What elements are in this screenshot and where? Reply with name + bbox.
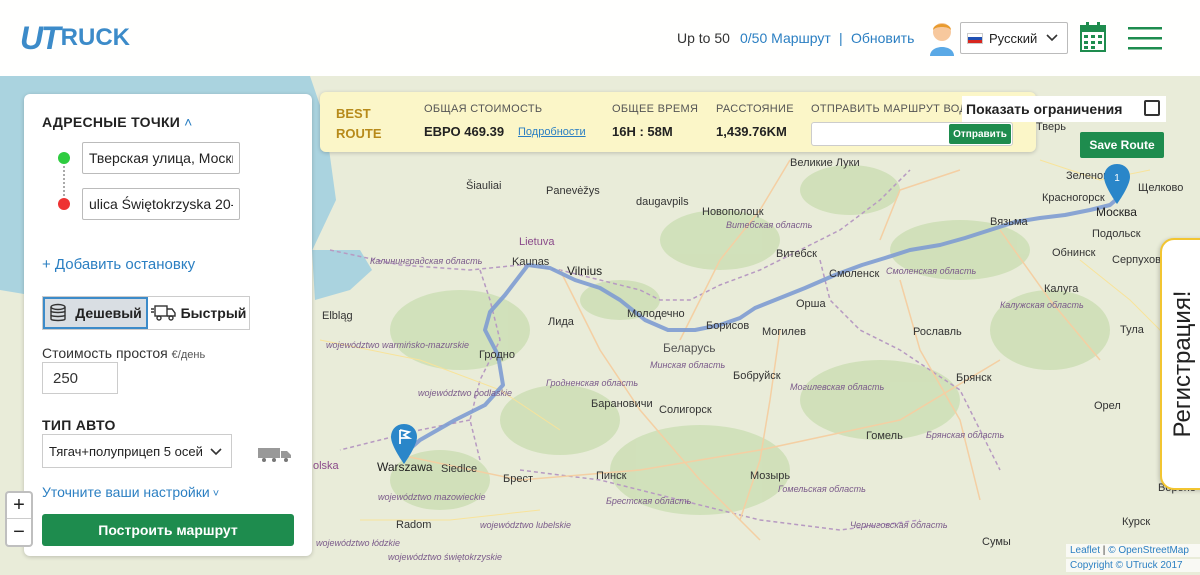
route-panel: АДРЕСНЫЕ ТОЧКИ˄ + Добавить остановку Деш… bbox=[24, 94, 312, 556]
russia-flag-icon bbox=[967, 32, 983, 44]
route-mode-toggle: Дешевый Быстрый bbox=[42, 296, 250, 330]
zoom-out-button[interactable]: − bbox=[7, 519, 31, 545]
registration-tab[interactable]: Регистрация! bbox=[1160, 238, 1200, 490]
truck-type-icon bbox=[258, 448, 291, 462]
header: UT RUCK Up to 50 0/50 Маршрут | Обновить… bbox=[0, 0, 1200, 76]
fast-mode-button[interactable]: Быстрый bbox=[148, 297, 249, 329]
route-connector bbox=[63, 166, 65, 196]
end-address-input[interactable] bbox=[82, 188, 240, 220]
build-route-button[interactable]: Построить маршрут bbox=[42, 514, 294, 546]
refine-settings-label: Уточните ваши настройки bbox=[42, 484, 210, 500]
best-route-title: BEST ROUTE bbox=[336, 106, 382, 141]
total-cost-header: ОБЩАЯ СТОИМОСТЬ bbox=[424, 103, 543, 115]
start-address-input[interactable] bbox=[82, 142, 240, 174]
fast-mode-label: Быстрый bbox=[180, 305, 247, 321]
zoom-in-button[interactable]: + bbox=[7, 493, 31, 519]
registration-label: Регистрация! bbox=[1169, 290, 1196, 438]
language-value: Русский bbox=[989, 30, 1038, 46]
chevron-up-icon: ˄ bbox=[184, 114, 193, 130]
routes-count-link[interactable]: 0/50 Маршрут bbox=[740, 30, 831, 46]
best-route-bar: BEST ROUTE ОБЩАЯ СТОИМОСТЬ ЕВРО 469.39 П… bbox=[320, 92, 1036, 152]
fast-truck-icon bbox=[150, 305, 176, 321]
details-link[interactable]: Подробности bbox=[518, 126, 586, 138]
refine-settings-link[interactable]: Уточните ваши настройки ˅ bbox=[42, 484, 219, 500]
cheap-mode-label: Дешевый bbox=[75, 305, 142, 321]
coins-icon bbox=[50, 303, 66, 322]
language-select[interactable]: Русский bbox=[960, 22, 1068, 54]
distance-header: РАССТОЯНИЕ bbox=[716, 103, 794, 115]
total-time-value: 16H : 58M bbox=[612, 124, 673, 139]
leaflet-link[interactable]: Leaflet bbox=[1070, 545, 1100, 556]
marker-number: 1 bbox=[1114, 173, 1120, 184]
address-points-label: АДРЕСНЫЕ ТОЧКИ bbox=[42, 114, 181, 130]
truck-type-select[interactable]: Тягач+полуприцеп 5 осей bbox=[42, 434, 232, 468]
total-time-header: ОБЩЕЕ ВРЕМЯ bbox=[612, 103, 699, 115]
osm-link[interactable]: © OpenStreetMap bbox=[1108, 545, 1189, 556]
map-attribution: Leaflet | © OpenStreetMap bbox=[1066, 544, 1200, 557]
chevron-down-icon bbox=[210, 448, 222, 456]
send-route-header: ОТПРАВИТЬ МАРШРУТ ВОД bbox=[811, 103, 968, 115]
address-points-title[interactable]: АДРЕСНЫЕ ТОЧКИ ˄ bbox=[42, 114, 193, 130]
end-point-dot bbox=[58, 198, 70, 210]
refresh-link[interactable]: Обновить bbox=[851, 30, 914, 46]
calendar-icon[interactable] bbox=[1080, 22, 1106, 52]
start-point-dot bbox=[58, 152, 70, 164]
hamburger-menu-icon[interactable] bbox=[1128, 26, 1162, 50]
copyright-link[interactable]: Copyright © UTruck 2017 bbox=[1070, 560, 1183, 571]
save-route-button[interactable]: Save Route bbox=[1080, 132, 1164, 158]
user-avatar-icon[interactable] bbox=[928, 20, 956, 56]
logo[interactable]: UT RUCK bbox=[20, 20, 130, 56]
distance-value: 1,439.76KM bbox=[716, 124, 787, 139]
plan-limit-text: Up to 50 bbox=[677, 30, 730, 46]
restrictions-checkbox[interactable] bbox=[1144, 100, 1160, 116]
copyright-text: Copyright © UTruck 2017 bbox=[1066, 559, 1200, 572]
logo-ut: UT bbox=[20, 19, 61, 56]
idle-cost-input[interactable] bbox=[42, 362, 118, 394]
truck-type-title: ТИП АВТО bbox=[42, 417, 116, 433]
truck-type-value: Тягач+полуприцеп 5 осей bbox=[49, 443, 203, 459]
chevron-down-icon bbox=[1046, 34, 1058, 42]
show-restrictions-toggle[interactable]: Показать ограничения bbox=[962, 96, 1166, 122]
header-separator: | bbox=[839, 30, 843, 46]
send-route-button[interactable]: Отправить bbox=[949, 124, 1011, 144]
total-cost-value: ЕВРО 469.39 bbox=[424, 124, 505, 139]
zoom-control: + − bbox=[5, 491, 33, 547]
route-start-marker[interactable]: 1 bbox=[1104, 164, 1130, 204]
logo-truck: RUCK bbox=[60, 24, 130, 51]
cheap-mode-button[interactable]: Дешевый bbox=[43, 297, 148, 329]
idle-cost-unit: €/день bbox=[171, 349, 206, 361]
idle-cost-label: Стоимость простоя €/день bbox=[42, 345, 205, 361]
route-end-marker[interactable] bbox=[391, 424, 417, 464]
chevron-down-icon: ˅ bbox=[212, 488, 220, 500]
show-restrictions-label: Показать ограничения bbox=[966, 101, 1123, 117]
idle-cost-text: Стоимость простоя bbox=[42, 345, 168, 361]
add-stop-link[interactable]: + Добавить остановку bbox=[42, 256, 195, 273]
